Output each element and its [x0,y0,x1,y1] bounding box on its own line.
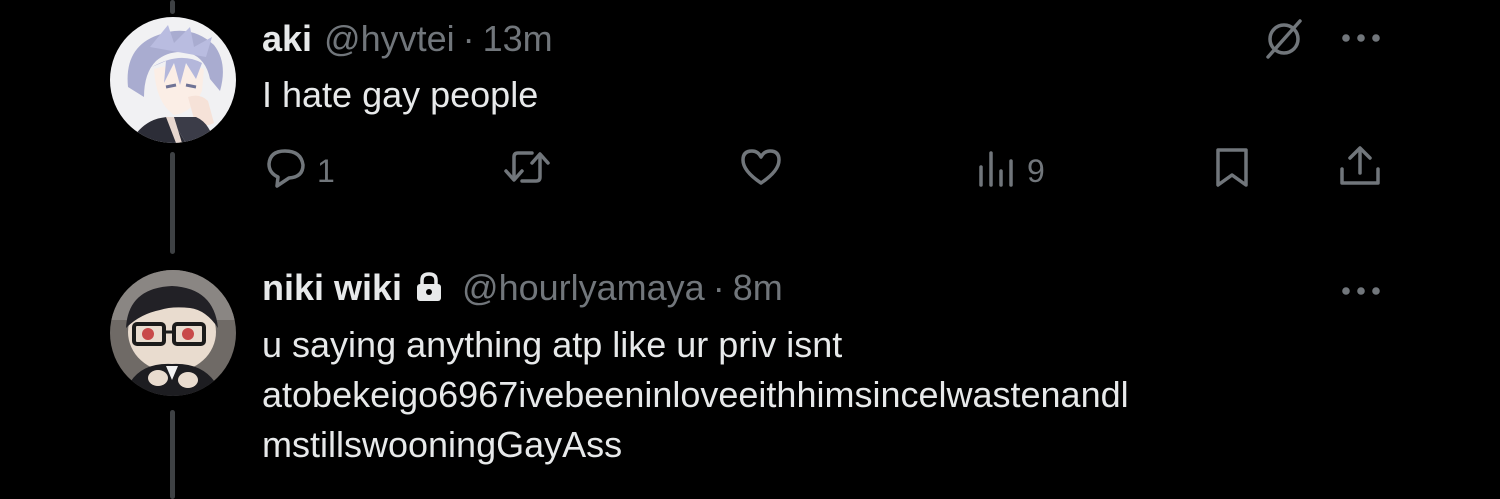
reply-icon [265,145,309,197]
tweet-text-line: u saying anything atp like ur priv isnt [262,324,843,365]
views-button[interactable]: 9 [975,145,1045,197]
like-button[interactable] [738,145,784,197]
more-icon[interactable] [1340,284,1382,302]
tweet-header: aki @hyvtei · 13m [262,19,553,59]
handle[interactable]: @hyvtei [324,19,455,59]
display-name[interactable]: niki wiki [262,268,402,308]
retweet-icon [502,145,552,197]
reply-button[interactable]: 1 [265,145,335,197]
separator-dot: · [462,18,475,59]
thread-line-bottom [170,410,175,499]
bookmark-button[interactable] [1212,145,1252,197]
share-button[interactable] [1337,143,1383,197]
more-icon[interactable] [1340,31,1382,49]
thread-line-middle [170,152,175,254]
like-icon [738,145,784,197]
retweet-button[interactable] [502,145,552,197]
tweet-text: u saying anything atp like ur priv isnt … [262,320,1129,470]
tweet-text-line: mstillswooningGayAss [262,424,623,465]
avatar[interactable] [110,17,236,143]
thread-line-top [170,0,175,14]
grok-icon[interactable] [1262,17,1306,66]
timestamp[interactable]: 8m [733,268,783,308]
tweet-text-line: atobekeigo6967ivebeeninloveeithhimsincel… [262,374,1129,415]
avatar[interactable] [110,270,236,396]
tweet-text: I hate gay people [262,70,538,120]
separator-dot: · [712,267,725,308]
lock-icon [414,271,444,311]
display-name[interactable]: aki [262,19,312,59]
tweet-header: niki wiki @hourlyamaya · 8m [262,268,783,308]
reply-count: 1 [317,152,335,189]
bookmark-icon [1212,145,1252,197]
views-icon [975,145,1019,197]
handle[interactable]: @hourlyamaya [462,268,705,308]
views-count: 9 [1027,152,1045,189]
tweet-text-line: I hate gay people [262,74,539,115]
timestamp[interactable]: 13m [483,19,553,59]
share-icon [1337,143,1383,197]
